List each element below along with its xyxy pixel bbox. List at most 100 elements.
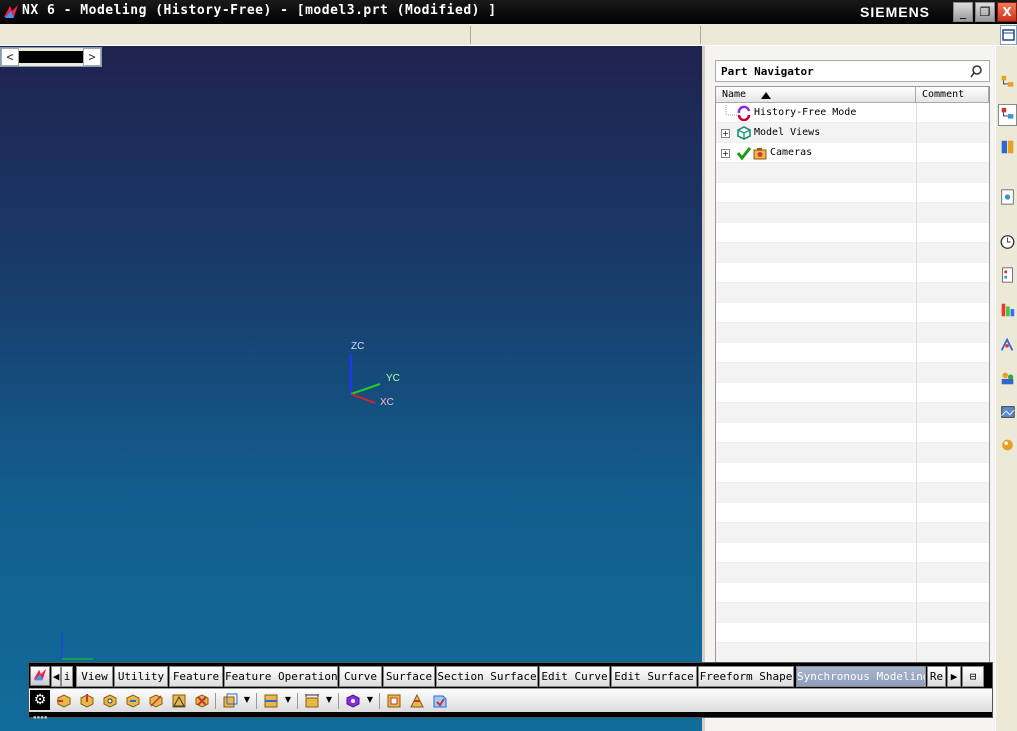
part-navigator-panel: Part Navigator Name Comment History-Free…	[702, 46, 995, 731]
empty-row	[716, 523, 989, 543]
shell-body-icon[interactable]	[344, 692, 362, 710]
column-header-name[interactable]: Name	[716, 87, 916, 103]
copy-face-icon[interactable]	[221, 692, 239, 710]
empty-row	[716, 383, 989, 403]
restore-button[interactable]: ❐	[975, 2, 995, 22]
tree-row-cameras[interactable]: + Cameras	[716, 143, 989, 163]
minimize-button[interactable]: _	[953, 2, 973, 22]
tab-scroll-left[interactable]: ◀	[51, 666, 61, 687]
optimize-face-icon[interactable]	[431, 692, 449, 710]
graphics-viewport[interactable]: < > ZC YC XC	[0, 46, 702, 731]
tab-menu[interactable]: ⊟	[962, 666, 984, 687]
history-palette-icon[interactable]	[998, 401, 1017, 423]
tab-re[interactable]: Re	[927, 666, 946, 687]
column-divider	[916, 243, 917, 263]
cameras-icon	[753, 148, 767, 160]
make-coplanar-icon[interactable]	[262, 692, 280, 710]
empty-row	[716, 183, 989, 203]
cross-section-edit-icon[interactable]	[385, 692, 403, 710]
tab-feature[interactable]: Feature	[169, 666, 223, 687]
zc-label: ZC	[351, 341, 365, 352]
ribbon-logo-button[interactable]	[30, 666, 50, 686]
tab-partial[interactable]: i	[61, 666, 73, 687]
column-header-comment[interactable]: Comment	[916, 87, 989, 103]
tab-view[interactable]: View	[76, 666, 113, 687]
copy-face-dropdown-icon[interactable]: ▼	[243, 695, 251, 705]
sort-ascending-icon	[761, 92, 771, 99]
tab-freeform-shape[interactable]: Freeform Shape	[698, 666, 794, 687]
move-face-icon[interactable]	[55, 692, 73, 710]
web-browser-icon[interactable]	[998, 186, 1017, 208]
offset-region-icon[interactable]	[101, 692, 119, 710]
linear-dimension-icon[interactable]	[303, 692, 321, 710]
toolbar-grip[interactable]: ▪▪▪▪	[33, 714, 47, 721]
gear-icon[interactable]: ⚙	[30, 690, 50, 710]
scroll-track[interactable]	[19, 51, 83, 63]
part-navigator-icon[interactable]	[998, 104, 1017, 126]
tree-item-label: History-Free Mode	[754, 107, 857, 118]
xc-label: XC	[380, 397, 394, 408]
column-divider	[916, 223, 917, 243]
column-divider	[916, 183, 917, 203]
column-divider	[916, 583, 917, 603]
empty-row	[716, 603, 989, 623]
tab-edit-curve[interactable]: Edit Curve	[539, 666, 610, 687]
ribbon-tool-row: ⚙ ▼ ▼ ▼ ▼	[29, 688, 992, 712]
part-navigator-table[interactable]: Name Comment History-Free Mode + Model V…	[715, 86, 990, 716]
column-divider	[916, 423, 917, 443]
column-divider	[916, 643, 917, 663]
y-axis-line	[350, 383, 381, 395]
resize-blend-icon[interactable]	[147, 692, 165, 710]
expand-model-views-button[interactable]: +	[721, 129, 730, 138]
process-studio-icon[interactable]	[998, 334, 1017, 356]
tab-feature-operation[interactable]: Feature Operation	[224, 666, 338, 687]
scroll-right-button[interactable]: >	[83, 48, 101, 66]
history-clock-icon[interactable]	[998, 231, 1017, 253]
make-coplanar-dropdown-icon[interactable]: ▼	[284, 695, 292, 705]
system-materials-icon[interactable]	[998, 264, 1017, 286]
delete-face-icon[interactable]	[193, 692, 211, 710]
empty-row	[716, 443, 989, 463]
column-divider	[916, 163, 917, 183]
empty-row	[716, 243, 989, 263]
column-divider	[916, 523, 917, 543]
tree-row-history-free[interactable]: History-Free Mode	[716, 103, 989, 123]
title-bar: NX 6 - Modeling (History-Free) - [model3…	[0, 0, 1017, 24]
roles-icon[interactable]	[998, 367, 1017, 389]
local-scale-icon[interactable]	[408, 692, 426, 710]
expand-cameras-button[interactable]: +	[721, 149, 730, 158]
navigator-toggle-button[interactable]	[1000, 25, 1017, 45]
assembly-navigator-icon[interactable]	[998, 72, 1017, 94]
tab-curve[interactable]: Curve	[339, 666, 382, 687]
empty-row	[716, 283, 989, 303]
pull-face-icon[interactable]	[78, 692, 96, 710]
column-divider	[916, 483, 917, 503]
tab-synchronous-modeling[interactable]: Synchronous Modeling	[796, 666, 926, 687]
viewport-scrollbar[interactable]: < >	[0, 47, 102, 67]
pin-icon[interactable]	[968, 63, 986, 79]
replace-face-icon[interactable]	[124, 692, 142, 710]
tree-row-model-views[interactable]: + Model Views	[716, 123, 989, 143]
column-name-label: Name	[722, 89, 747, 100]
column-divider	[916, 123, 917, 143]
toolbar-separator	[297, 693, 298, 709]
check-icon[interactable]	[736, 145, 752, 161]
render-icon[interactable]	[998, 434, 1017, 456]
column-divider	[916, 323, 917, 343]
tab-utility[interactable]: Utility	[114, 666, 168, 687]
reuse-library-icon[interactable]	[998, 136, 1017, 158]
visual-effects-icon[interactable]	[998, 299, 1017, 321]
scroll-left-button[interactable]: <	[1, 48, 19, 66]
linear-dimension-dropdown-icon[interactable]: ▼	[325, 695, 333, 705]
resize-chamfer-icon[interactable]	[170, 692, 188, 710]
nx-logo-icon	[33, 668, 47, 681]
tab-section-surface[interactable]: Section Surface	[436, 666, 538, 687]
tab-scroll-right[interactable]: ▶	[947, 666, 961, 687]
toolbar-separator	[215, 693, 216, 709]
yc-label: YC	[386, 373, 400, 384]
shell-body-dropdown-icon[interactable]: ▼	[366, 695, 374, 705]
column-divider	[916, 623, 917, 643]
close-button[interactable]: X	[997, 2, 1017, 22]
tab-edit-surface[interactable]: Edit Surface	[611, 666, 697, 687]
tab-surface[interactable]: Surface	[383, 666, 435, 687]
